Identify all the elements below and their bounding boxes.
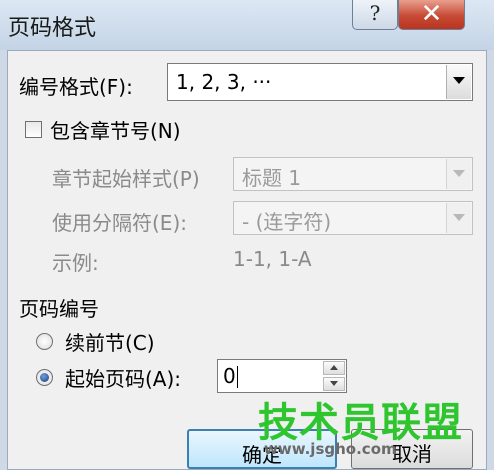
start-at-label: 起始页码(A): — [65, 367, 182, 391]
continue-from-previous-radio[interactable] — [36, 333, 53, 350]
chapter-style-label: 章节起始样式(P) — [52, 167, 200, 191]
number-format-label: 编号格式(F): — [19, 75, 133, 99]
arrow-up-icon — [330, 365, 338, 370]
separator-value: - (连字符) — [242, 210, 332, 234]
chevron-down-icon — [453, 214, 465, 221]
chevron-down-icon — [453, 170, 465, 177]
watermark-url: www.jsgho.com — [264, 440, 397, 458]
number-format-dropdown-button[interactable] — [446, 65, 471, 99]
chapter-style-select[interactable]: 标题 1 — [233, 157, 473, 191]
number-format-select[interactable]: 1, 2, 3, ··· — [167, 63, 473, 101]
example-value: 1-1, 1-A — [233, 247, 312, 271]
help-icon: ? — [369, 1, 381, 25]
spin-down-button[interactable] — [323, 377, 345, 391]
example-label: 示例: — [52, 251, 99, 275]
site-watermark: 技术员联盟 www.jsgho.com — [258, 390, 463, 458]
chapter-style-dropdown-button[interactable] — [446, 159, 471, 189]
number-format-value: 1, 2, 3, ··· — [176, 70, 272, 94]
separator-dropdown-button[interactable] — [446, 203, 471, 233]
title-bar: 页码格式 ? ✕ — [0, 0, 494, 50]
separator-select[interactable]: - (连字符) — [233, 201, 473, 235]
spin-up-button[interactable] — [323, 361, 345, 375]
text-caret — [237, 366, 238, 388]
start-at-spinner[interactable]: 0 — [217, 359, 347, 393]
arrow-down-icon — [330, 381, 338, 386]
help-button[interactable]: ? — [352, 0, 398, 30]
separator-label: 使用分隔符(E): — [52, 211, 187, 235]
chapter-style-value: 标题 1 — [242, 166, 302, 190]
close-icon: ✕ — [420, 0, 443, 29]
close-button[interactable]: ✕ — [398, 0, 465, 30]
include-chapter-checkbox[interactable] — [25, 121, 42, 138]
page-numbering-heading: 页码编号 — [19, 297, 99, 321]
start-at-radio[interactable] — [36, 369, 53, 386]
chevron-down-icon — [453, 77, 465, 84]
include-chapter-label: 包含章节号(N) — [50, 119, 181, 143]
dialog-title: 页码格式 — [8, 16, 97, 41]
start-at-value: 0 — [223, 364, 236, 388]
continue-from-previous-label: 续前节(C) — [65, 331, 155, 355]
